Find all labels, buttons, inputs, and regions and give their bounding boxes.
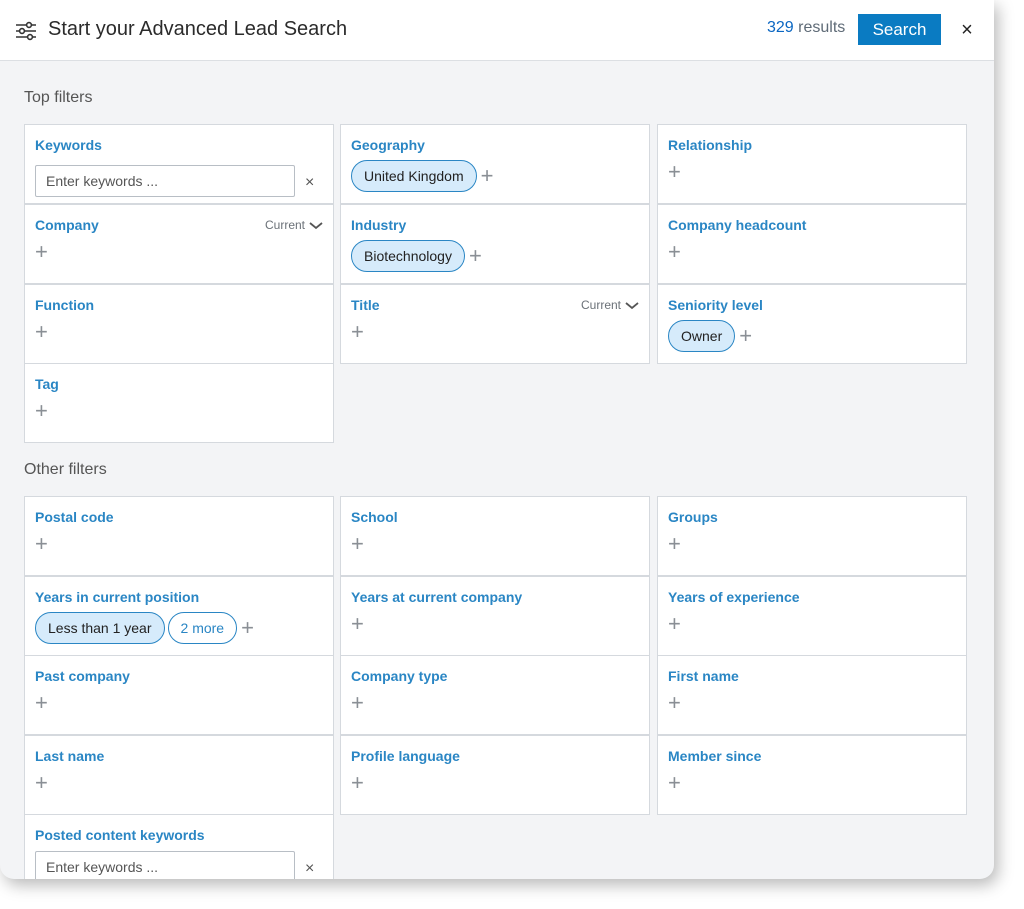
- filter-title: Seniority level: [668, 297, 763, 313]
- plus-icon[interactable]: +: [668, 241, 681, 263]
- company-filter: Company Current +: [24, 204, 334, 284]
- results-label: results: [798, 19, 846, 36]
- filter-title: Member since: [668, 748, 762, 764]
- seniority-pill[interactable]: Owner: [668, 320, 736, 352]
- sliders-icon: [16, 21, 36, 41]
- school-filter: School +: [340, 496, 650, 576]
- first-name-filter: First name +: [657, 655, 967, 735]
- profile-language-filter: Profile language +: [340, 735, 650, 815]
- filter-title: School: [351, 509, 398, 525]
- scope-dropdown[interactable]: Current: [581, 298, 639, 312]
- postal-code-filter: Postal code +: [24, 496, 334, 576]
- filter-title: Company: [35, 217, 99, 233]
- filter-title: Title: [351, 297, 380, 313]
- filter-title: Postal code: [35, 509, 114, 525]
- relationship-filter: Relationship +: [657, 124, 967, 204]
- industry-filter: Industry Biotechnology +: [340, 204, 650, 284]
- geography-filter: Geography United Kingdom +: [340, 124, 650, 204]
- top-filters-label: Top filters: [24, 89, 93, 106]
- filter-title: Last name: [35, 748, 105, 764]
- years-of-experience-filter: Years of experience +: [657, 576, 967, 656]
- filter-title: Profile language: [351, 748, 460, 764]
- plus-icon[interactable]: +: [35, 321, 48, 343]
- plus-icon[interactable]: +: [35, 772, 48, 794]
- member-since-filter: Member since +: [657, 735, 967, 815]
- title-filter: Title Current +: [340, 284, 650, 364]
- geography-pill[interactable]: United Kingdom: [351, 160, 477, 192]
- filter-title: Years at current company: [351, 589, 523, 605]
- groups-filter: Groups +: [657, 496, 967, 576]
- selected-values: United Kingdom +: [351, 160, 493, 192]
- plus-icon[interactable]: +: [739, 325, 752, 347]
- keywords-input[interactable]: [35, 165, 295, 197]
- tag-filter: Tag +: [24, 363, 334, 443]
- results-count: 329: [767, 19, 794, 36]
- years-position-pill[interactable]: Less than 1 year: [35, 612, 165, 644]
- close-icon[interactable]: ×: [955, 18, 979, 42]
- past-company-filter: Past company +: [24, 655, 334, 735]
- industry-pill[interactable]: Biotechnology: [351, 240, 465, 272]
- filter-title: Tag: [35, 376, 59, 392]
- filter-title: Years in current position: [35, 589, 200, 605]
- selected-values: Owner +: [668, 320, 752, 352]
- plus-icon[interactable]: +: [35, 241, 48, 263]
- plus-icon[interactable]: +: [241, 617, 254, 639]
- advanced-lead-search-modal: Start your Advanced Lead Search 329 resu…: [0, 0, 994, 879]
- plus-icon[interactable]: +: [668, 161, 681, 183]
- filter-title: Posted content keywords: [35, 827, 205, 843]
- plus-icon[interactable]: +: [351, 321, 364, 343]
- keywords-filter: Keywords ×: [24, 124, 334, 204]
- plus-icon[interactable]: +: [351, 692, 364, 714]
- filter-title: First name: [668, 668, 739, 684]
- filter-title: Groups: [668, 509, 718, 525]
- scope-dropdown[interactable]: Current: [265, 218, 323, 232]
- close-icon[interactable]: ×: [305, 175, 314, 191]
- modal-title: Start your Advanced Lead Search: [48, 18, 348, 40]
- plus-icon[interactable]: +: [481, 165, 494, 187]
- function-filter: Function +: [24, 284, 334, 364]
- filter-title: Geography: [351, 137, 425, 153]
- plus-icon[interactable]: +: [668, 772, 681, 794]
- plus-icon[interactable]: +: [35, 692, 48, 714]
- plus-icon[interactable]: +: [469, 245, 482, 267]
- close-icon[interactable]: ×: [305, 861, 314, 877]
- seniority-level-filter: Seniority level Owner +: [657, 284, 967, 364]
- last-name-filter: Last name +: [24, 735, 334, 815]
- plus-icon[interactable]: +: [35, 533, 48, 555]
- results-summary: 329 results: [767, 19, 845, 37]
- filter-title: Relationship: [668, 137, 753, 153]
- more-pill[interactable]: 2 more: [167, 612, 238, 644]
- modal-header: Start your Advanced Lead Search 329 resu…: [0, 0, 994, 61]
- filter-title: Years of experience: [668, 589, 800, 605]
- other-filters-label: Other filters: [24, 461, 107, 478]
- filter-title: Past company: [35, 668, 130, 684]
- plus-icon[interactable]: +: [668, 692, 681, 714]
- plus-icon[interactable]: +: [351, 613, 364, 635]
- chevron-down-icon: [309, 222, 323, 229]
- posted-content-keywords-filter: Posted content keywords ×: [24, 814, 334, 879]
- chevron-down-icon: [625, 302, 639, 309]
- posted-keywords-input[interactable]: [35, 851, 295, 879]
- selected-values: Biotechnology +: [351, 240, 482, 272]
- scope-label: Current: [264, 218, 305, 232]
- filter-title: Industry: [351, 217, 407, 233]
- filter-title: Keywords: [35, 137, 102, 153]
- plus-icon[interactable]: +: [351, 772, 364, 794]
- scope-label: Current: [580, 298, 621, 312]
- plus-icon[interactable]: +: [668, 613, 681, 635]
- company-type-filter: Company type +: [340, 655, 650, 735]
- plus-icon[interactable]: +: [35, 400, 48, 422]
- years-at-current-company-filter: Years at current company +: [340, 576, 650, 656]
- filter-title: Company type: [351, 668, 448, 684]
- filter-title: Company headcount: [668, 217, 807, 233]
- plus-icon[interactable]: +: [668, 533, 681, 555]
- years-in-current-position-filter: Years in current position Less than 1 ye…: [24, 576, 334, 656]
- search-button[interactable]: Search: [858, 14, 941, 45]
- filter-title: Function: [35, 297, 95, 313]
- selected-values: Less than 1 year 2 more +: [35, 612, 254, 644]
- company-headcount-filter: Company headcount +: [657, 204, 967, 284]
- plus-icon[interactable]: +: [351, 533, 364, 555]
